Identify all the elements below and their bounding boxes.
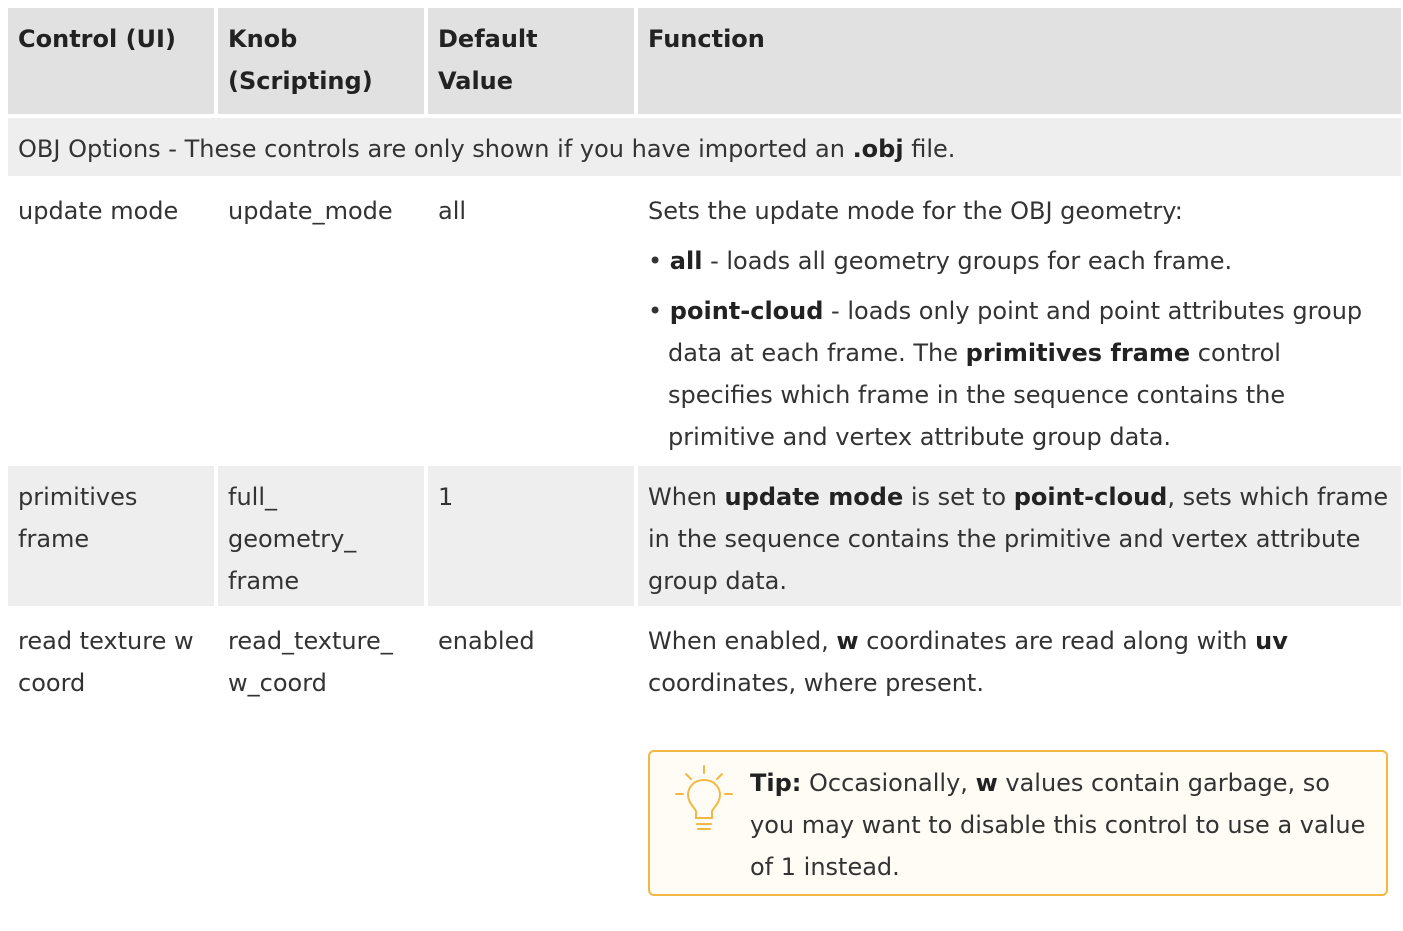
cell-control: update mode bbox=[8, 180, 214, 462]
cell-knob: full_ geometry_ frame bbox=[218, 466, 424, 606]
cell-function: When update mode is set to point-cloud, … bbox=[638, 466, 1401, 606]
header-control: Control (UI) bbox=[8, 8, 214, 114]
cell-default: enabled bbox=[428, 610, 634, 900]
page: Control (UI) Knob (Scripting) Default Valu… bbox=[0, 0, 1403, 931]
cell-knob: update_mode bbox=[218, 180, 424, 462]
table-row: read texture w coord read_texture_ w_coor… bbox=[8, 610, 1401, 900]
cell-knob: read_texture_ w_coord bbox=[218, 610, 424, 900]
cell-control: primitives frame bbox=[8, 466, 214, 606]
lightbulb-icon bbox=[675, 765, 733, 830]
section-row: OBJ Options - These controls are only sh… bbox=[8, 118, 1401, 176]
header-default-value: Default Value bbox=[428, 8, 634, 114]
header-knob: Knob (Scripting) bbox=[218, 8, 424, 114]
obj-extension: .obj bbox=[852, 135, 904, 163]
cell-control: read texture w coord bbox=[8, 610, 214, 900]
tip-callout: Tip: Occasionally, w values contain garb… bbox=[648, 750, 1388, 896]
list-item: • all - loads all geometry groups for ea… bbox=[648, 247, 1233, 275]
cell-default: 1 bbox=[428, 466, 634, 606]
header-function: Function bbox=[638, 8, 1401, 114]
cell-function: When enabled, w coordinates are read alo… bbox=[638, 610, 1401, 900]
cell-function: Sets the update mode for the OBJ geometr… bbox=[638, 180, 1401, 462]
table-row: primitives frame full_ geometry_ frame 1 W… bbox=[8, 466, 1401, 606]
table-row: update mode update_mode all Sets the upd… bbox=[8, 180, 1401, 462]
table-header-row: Control (UI) Knob (Scripting) Default Valu… bbox=[8, 8, 1401, 114]
function-intro: Sets the update mode for the OBJ geometr… bbox=[648, 197, 1183, 225]
list-item: • point-cloud - loads only point and poi… bbox=[648, 297, 1363, 451]
section-obj-options: OBJ Options - These controls are only sh… bbox=[8, 118, 1401, 176]
tip-label: Tip: bbox=[750, 769, 802, 797]
controls-table: Control (UI) Knob (Scripting) Default Valu… bbox=[4, 4, 1403, 904]
cell-default: all bbox=[428, 180, 634, 462]
